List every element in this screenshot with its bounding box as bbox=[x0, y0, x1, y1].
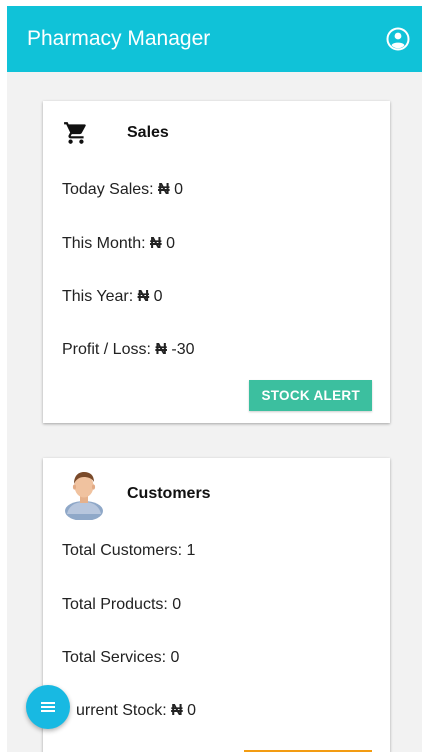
customers-card-header: Customers bbox=[43, 468, 390, 520]
stat-value: 0 bbox=[166, 235, 175, 252]
stock-alert-button[interactable]: STOCK ALERT bbox=[249, 380, 372, 411]
stat-value: 0 bbox=[170, 649, 180, 666]
menu-fab-button[interactable] bbox=[26, 685, 70, 729]
currency-symbol: ₦ bbox=[158, 181, 170, 198]
this-month-stat: This Month: ₦ 0 bbox=[62, 235, 175, 253]
app-screen: Pharmacy Manager Sales Today Sales: ₦ 0 … bbox=[7, 6, 422, 752]
today-sales-stat: Today Sales: ₦ 0 bbox=[62, 181, 183, 199]
stat-value: 0 bbox=[174, 181, 183, 198]
stat-label: Profit / Loss: bbox=[62, 341, 151, 358]
profile-button[interactable] bbox=[384, 25, 412, 53]
sales-card-title: Sales bbox=[127, 124, 169, 141]
stat-label: Total Services: bbox=[62, 649, 167, 666]
total-customers-stat: Total Customers: 1 bbox=[62, 542, 195, 560]
cart-icon bbox=[63, 120, 89, 146]
customer-avatar-icon bbox=[63, 468, 105, 520]
this-year-stat: This Year: ₦ 0 bbox=[62, 288, 163, 306]
app-title: Pharmacy Manager bbox=[27, 27, 211, 50]
profit-loss-stat: Profit / Loss: ₦ -30 bbox=[62, 341, 195, 359]
stat-value: -30 bbox=[171, 341, 195, 358]
total-products-stat: Total Products: 0 bbox=[62, 596, 181, 614]
currency-symbol: ₦ bbox=[137, 288, 150, 305]
account-circle-icon bbox=[386, 27, 410, 51]
stat-label: This Year: bbox=[62, 288, 134, 305]
currency-symbol: ₦ bbox=[150, 235, 162, 252]
app-bar: Pharmacy Manager bbox=[7, 6, 422, 72]
stat-label: Total Customers: bbox=[62, 542, 183, 559]
total-services-stat: Total Services: 0 bbox=[62, 649, 179, 667]
stat-label: Today Sales: bbox=[62, 181, 154, 198]
stat-value: 0 bbox=[187, 702, 197, 719]
menu-icon bbox=[41, 702, 55, 712]
current-stock-stat: urrent Stock: ₦ 0 bbox=[76, 702, 196, 720]
stat-value: 0 bbox=[153, 288, 163, 305]
currency-symbol: ₦ bbox=[155, 341, 167, 358]
customers-card-title: Customers bbox=[127, 485, 211, 502]
stat-value: 0 bbox=[172, 596, 182, 613]
stat-label: Total Products: bbox=[62, 596, 168, 613]
sales-card: Sales Today Sales: ₦ 0 This Month: ₦ 0 T… bbox=[43, 101, 390, 423]
currency-symbol: ₦ bbox=[171, 702, 183, 719]
stat-label: urrent Stock: bbox=[76, 702, 167, 719]
customers-card: Customers Total Customers: 1 Total Produ… bbox=[43, 458, 390, 752]
stat-label: This Month: bbox=[62, 235, 146, 252]
stat-value: 1 bbox=[186, 542, 196, 559]
sales-card-header: Sales bbox=[43, 117, 390, 149]
